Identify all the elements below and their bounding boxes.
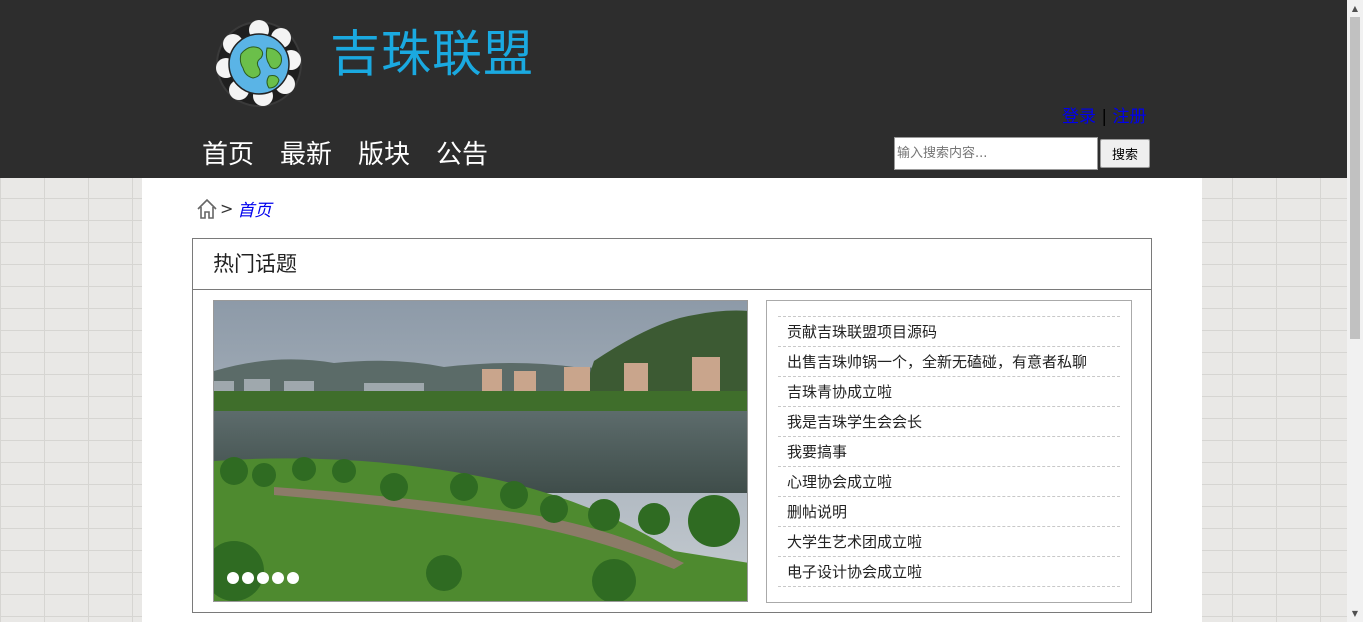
hot-topics-panel: 热门话题 贡献吉珠联盟项目源码 出售吉珠帅锅一个，全新无磕碰，有意者私聊 吉珠青… [192, 238, 1152, 613]
site-header: 吉珠联盟 登录 | 注册 首页 最新 版块 公告 搜索 [0, 0, 1347, 178]
nav-boards[interactable]: 版块 [358, 134, 410, 171]
topic-item[interactable]: 吉珠青协成立啦 [778, 377, 1120, 407]
slider-dot[interactable] [257, 572, 269, 584]
auth-separator: | [1101, 107, 1108, 127]
search-button[interactable]: 搜索 [1100, 139, 1150, 168]
slider-dot[interactable] [227, 572, 239, 584]
image-slider[interactable] [213, 300, 748, 602]
nav-latest[interactable]: 最新 [280, 134, 332, 171]
campus-lake-image [214, 301, 747, 601]
topic-item[interactable]: 出售吉珠帅锅一个，全新无磕碰，有意者私聊 [778, 347, 1120, 377]
slider-pagination [227, 572, 299, 584]
topic-item[interactable]: 贡献吉珠联盟项目源码 [778, 317, 1120, 347]
scroll-up-arrow-icon[interactable]: ▲ [1347, 0, 1363, 17]
page-scrollbar[interactable]: ▲ ▼ [1347, 0, 1363, 622]
slider-dot[interactable] [287, 572, 299, 584]
topic-item[interactable]: 我是吉珠学生会会长 [778, 407, 1120, 437]
login-link[interactable]: 登录 [1062, 107, 1096, 127]
slider-dot[interactable] [272, 572, 284, 584]
globe-logo[interactable] [213, 18, 305, 110]
nav-home[interactable]: 首页 [202, 134, 254, 171]
topic-item[interactable]: 心理协会成立啦 [778, 467, 1120, 497]
topic-item[interactable]: 删帖说明 [778, 497, 1120, 527]
topic-item[interactable]: 电子设计协会成立啦 [778, 557, 1120, 587]
auth-links: 登录 | 注册 [1062, 102, 1147, 127]
main-nav: 首页 最新 版块 公告 [202, 134, 488, 171]
hot-topics-title: 热门话题 [193, 239, 1151, 290]
topic-list-box: 贡献吉珠联盟项目源码 出售吉珠帅锅一个，全新无磕碰，有意者私聊 吉珠青协成立啦 … [766, 300, 1132, 603]
topic-item[interactable]: 大学生艺术团成立啦 [778, 527, 1120, 557]
slider-dot[interactable] [242, 572, 254, 584]
main-content: > 首页 热门话题 贡献吉珠联盟项目源码 出售吉珠帅锅一个，全新无磕碰，有意者私… [142, 178, 1202, 622]
breadcrumb-home-link[interactable]: 首页 [237, 196, 271, 221]
topic-list: 贡献吉珠联盟项目源码 出售吉珠帅锅一个，全新无磕碰，有意者私聊 吉珠青协成立啦 … [778, 316, 1120, 587]
scrollbar-thumb[interactable] [1350, 17, 1360, 339]
breadcrumb: > 首页 [196, 196, 271, 221]
search-input[interactable] [894, 137, 1098, 170]
nav-announcements[interactable]: 公告 [436, 134, 488, 171]
site-title: 吉珠联盟 [330, 25, 534, 83]
topic-item[interactable]: 我要搞事 [778, 437, 1120, 467]
scroll-down-arrow-icon[interactable]: ▼ [1347, 605, 1363, 622]
home-icon[interactable] [196, 198, 218, 220]
register-link[interactable]: 注册 [1113, 107, 1147, 127]
breadcrumb-separator: > [220, 199, 234, 218]
